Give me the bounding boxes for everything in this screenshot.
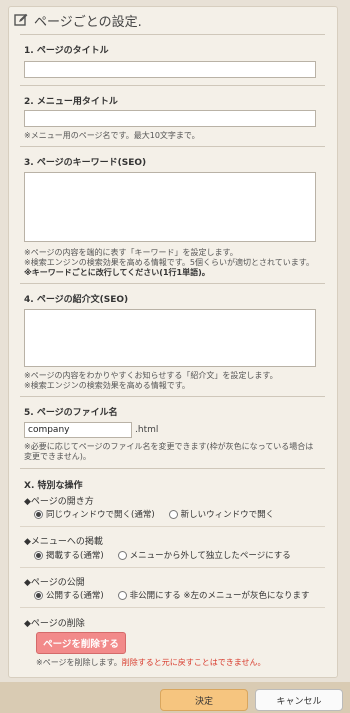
listing-show-radio[interactable]: 掲載する(通常) (34, 549, 104, 561)
divider (20, 567, 325, 568)
radio-unchecked-icon (168, 509, 178, 519)
listing-hide-radio[interactable]: メニューから外して独立したページにする (117, 549, 291, 561)
radio-unchecked-icon (117, 550, 127, 560)
page-title-text: ページごとの設定. (34, 14, 142, 30)
title-input[interactable] (24, 61, 316, 78)
delete-title: ◆ページの削除 (24, 619, 85, 629)
radio-unchecked-icon (117, 590, 127, 600)
divider (20, 607, 325, 608)
open-new-window-radio[interactable]: 新しいウィンドウで開く (168, 508, 274, 520)
publish-options: 公開する(通常) 非公開にする ※左のメニューが灰色になります (34, 589, 310, 601)
radio-checked-icon (34, 550, 43, 560)
filename-note-2: 変更できません)。 (24, 452, 91, 461)
menu-listing-options: 掲載する(通常) メニューから外して独立したページにする (34, 549, 291, 561)
divider (20, 34, 325, 35)
menu-listing-title: ◆メニューへの掲載 (24, 537, 103, 547)
publish-title: ◆ページの公開 (24, 578, 85, 588)
open-method-options: 同じウィンドウで開く(通常) 新しいウィンドウで開く (34, 508, 274, 520)
open-same-window-radio[interactable]: 同じウィンドウで開く(通常) (34, 508, 155, 520)
divider (20, 468, 325, 469)
divider (20, 526, 325, 527)
divider (20, 396, 325, 397)
edit-icon (14, 13, 28, 26)
title-label: 1. ページのタイトル (24, 46, 109, 56)
open-method-title: ◆ページの開き方 (24, 497, 94, 507)
page-title: ページごとの設定. (14, 9, 142, 31)
ok-button[interactable]: 決定 (160, 689, 248, 711)
menu-title-note: ※メニュー用のページ名です。最大10文字まで。 (24, 131, 200, 140)
keywords-note-3: ※キーワードごとに改行してください(1行1単語)。 (24, 268, 210, 277)
delete-page-button[interactable]: ページを削除する (36, 632, 126, 654)
keywords-textarea[interactable] (24, 172, 316, 242)
filename-suffix: .html (135, 425, 159, 435)
filename-label: 5. ページのファイル名 (24, 408, 118, 418)
unpublish-radio[interactable]: 非公開にする ※左のメニューが灰色になります (117, 589, 310, 601)
divider (20, 85, 325, 86)
special-label: X. 特別な操作 (24, 481, 83, 491)
divider (20, 146, 325, 147)
divider (20, 283, 325, 284)
publish-radio[interactable]: 公開する(通常) (34, 589, 104, 601)
radio-checked-icon (34, 509, 43, 519)
delete-warning: ※ページを削除します。削除すると元に戻すことはできません。 (36, 658, 266, 667)
description-note-2: ※検索エンジンの検索効果を高める情報です。 (24, 381, 190, 390)
description-textarea[interactable] (24, 309, 316, 367)
menu-title-input[interactable] (24, 110, 316, 127)
cancel-button[interactable]: キャンセル (255, 689, 343, 711)
menu-title-label: 2. メニュー用タイトル (24, 97, 118, 107)
filename-input[interactable]: company (24, 422, 132, 438)
radio-checked-icon (34, 590, 43, 600)
keywords-label: 3. ページのキーワード(SEO) (24, 158, 147, 168)
description-label: 4. ページの紹介文(SEO) (24, 295, 129, 305)
